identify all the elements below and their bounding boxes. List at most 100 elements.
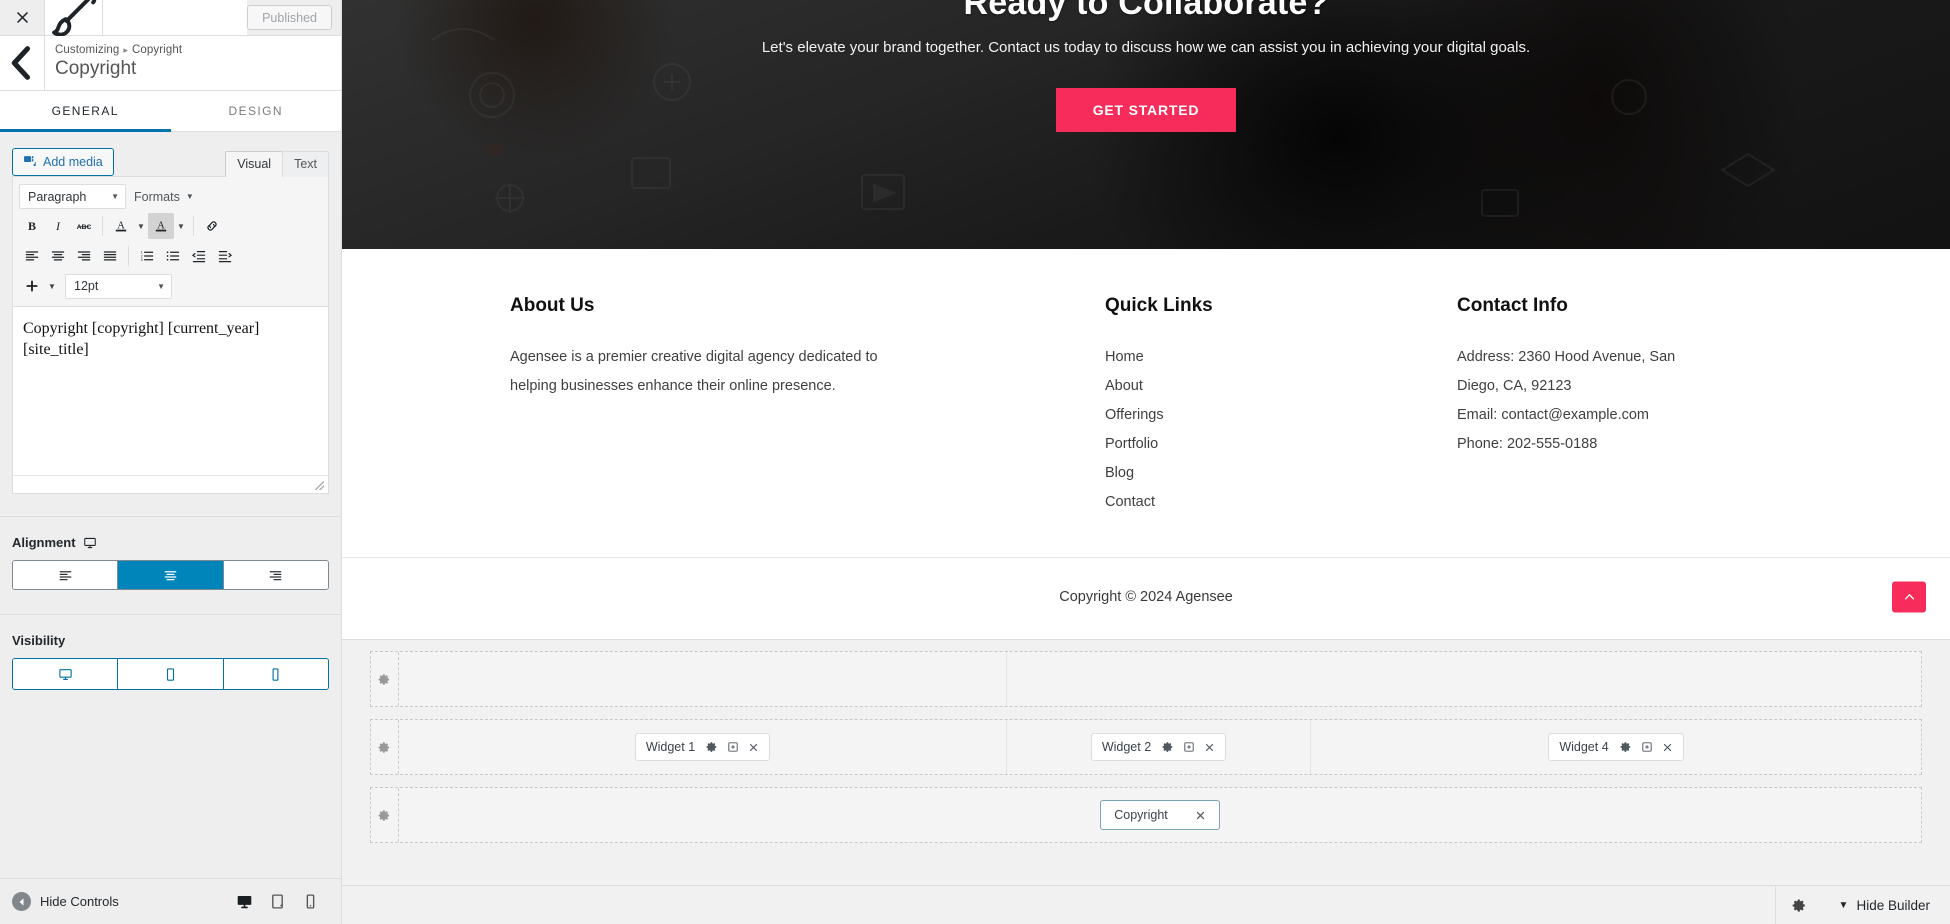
hide-builder-label: Hide Builder [1856,897,1930,913]
gear-icon[interactable] [1620,741,1632,753]
widget-chip[interactable]: Widget 2 [1090,733,1227,761]
builder-cell[interactable]: Widget 1 [399,720,1007,774]
builder-row-3[interactable]: Copyright [370,787,1922,843]
close-icon[interactable] [1204,742,1215,753]
font-size-select[interactable]: 12pt ▼ [65,273,172,299]
formats-menu[interactable]: Formats ▼ [126,184,202,209]
copyright-widget-chip[interactable]: Copyright [1100,800,1220,830]
unordered-list-icon[interactable] [160,243,186,269]
hide-builder-button[interactable]: ▼ Hide Builder [1823,886,1950,924]
editor-content-area[interactable]: Copyright [copyright] [current_year] [si… [13,307,328,475]
close-icon[interactable] [0,0,45,35]
builder-row-2[interactable]: Widget 1 Widget 2 Widget 4 [370,719,1922,775]
gear-icon[interactable] [706,741,718,753]
footer-link-home[interactable]: Home [1105,343,1457,372]
alignment-option-left[interactable] [13,561,119,589]
visibility-option-mobile[interactable] [223,659,328,689]
editor-line-1: Copyright [copyright] [current_year] [23,320,260,337]
builder-cell[interactable]: Widget 4 [1311,720,1921,774]
chevron-down-icon: ▼ [1838,899,1849,911]
builder-cell[interactable]: Widget 2 [1007,720,1311,774]
panel-titles: Customizing ▸ Copyright Copyright [45,36,182,90]
align-left-icon[interactable] [19,243,45,269]
footer-link-portfolio[interactable]: Portfolio [1105,430,1457,459]
gear-icon[interactable] [371,652,399,706]
desktop-icon[interactable] [236,893,253,910]
publish-status-button[interactable]: Published [247,5,332,30]
widget-chip[interactable]: Widget 4 [1548,733,1684,761]
close-icon[interactable] [1195,810,1206,821]
duplicate-icon[interactable] [1183,741,1195,753]
insert-more-chevron-down-icon[interactable]: ▼ [45,282,59,291]
close-icon[interactable] [1662,742,1673,753]
builder-row-2-columns: Widget 1 Widget 2 Widget 4 [399,720,1921,774]
duplicate-icon[interactable] [1641,741,1653,753]
ordered-list-icon[interactable]: 1 2 3 [134,243,160,269]
add-media-button[interactable]: Add media [12,148,114,176]
outdent-icon[interactable] [186,243,212,269]
sidebar-scroll-area[interactable]: Add media Visual Text Paragraph ▼ Format… [0,132,341,924]
desktop-icon[interactable] [83,536,97,550]
panel-tabs: GENERAL DESIGN [0,91,341,132]
alignment-section: Alignment [0,517,341,615]
customizer-app: Published Customizing ▸ Copyright Copyrigh… [0,0,1950,924]
italic-icon[interactable]: I [45,213,71,239]
insert-more-icon[interactable] [19,273,45,299]
background-color-chevron-down-icon[interactable]: ▼ [174,222,188,231]
link-icon[interactable] [199,213,225,239]
gear-icon[interactable] [1162,741,1174,753]
paintbrush-icon[interactable] [45,0,103,37]
gear-icon[interactable] [1774,885,1823,924]
tab-general[interactable]: GENERAL [0,91,171,132]
align-right-icon[interactable] [71,243,97,269]
gear-icon[interactable] [371,720,399,774]
hero-title: Ready to Collaborate? [963,0,1329,22]
builder-cell[interactable] [399,652,1007,706]
device-preview-switcher [236,893,329,910]
bold-icon[interactable]: B [19,213,45,239]
hide-controls-button[interactable]: Hide Controls [12,892,119,911]
breadcrumb-root[interactable]: Customizing [55,44,119,56]
close-icon[interactable] [748,742,759,753]
builder-cell[interactable] [1007,652,1921,706]
footer-link-offerings[interactable]: Offerings [1105,401,1457,430]
copyright-text: Copyright © 2024 Agensee [1059,588,1233,605]
tab-design[interactable]: DESIGN [171,91,342,131]
visibility-option-tablet[interactable] [118,659,224,689]
get-started-button[interactable]: GET STARTED [1055,88,1237,132]
widget-chip[interactable]: Widget 1 [634,733,771,761]
editor-resize-handle[interactable] [13,475,328,493]
mobile-icon[interactable] [302,893,319,910]
footer-link-blog[interactable]: Blog [1105,459,1457,488]
alignment-segmented-control [12,560,329,590]
alignment-option-center[interactable] [118,561,224,589]
page-title: Copyright [55,58,137,79]
tablet-icon[interactable] [269,893,286,910]
builder-cell[interactable]: Copyright [399,788,1921,842]
chevron-left-icon[interactable] [0,36,45,90]
strikethrough-icon[interactable]: ABC [71,213,97,239]
align-center-icon[interactable] [45,243,71,269]
indent-icon[interactable] [212,243,238,269]
align-justify-icon[interactable] [97,243,123,269]
contact-email: Email: contact@example.com [1457,407,1650,423]
alignment-option-right[interactable] [223,561,328,589]
scroll-to-top-button[interactable] [1892,581,1926,612]
gear-icon[interactable] [371,788,399,842]
toolbar-separator [128,246,129,266]
builder-row-1[interactable] [370,651,1922,707]
footer-link-contact[interactable]: Contact [1105,488,1457,517]
chevron-down-icon: ▼ [157,281,165,291]
text-color-chevron-down-icon[interactable]: ▼ [134,222,148,231]
alignment-label-row: Alignment [12,535,329,550]
tab-visual[interactable]: Visual [225,151,284,177]
duplicate-icon[interactable] [727,741,739,753]
tab-text[interactable]: Text [282,151,329,177]
text-color-icon[interactable]: A [108,213,134,239]
visibility-label: Visibility [12,633,66,648]
footer-heading: About Us [510,295,595,316]
paragraph-style-select[interactable]: Paragraph ▼ [19,184,126,209]
footer-link-about[interactable]: About [1105,372,1457,401]
visibility-option-desktop[interactable] [13,659,119,689]
background-color-icon[interactable]: A [148,213,174,239]
